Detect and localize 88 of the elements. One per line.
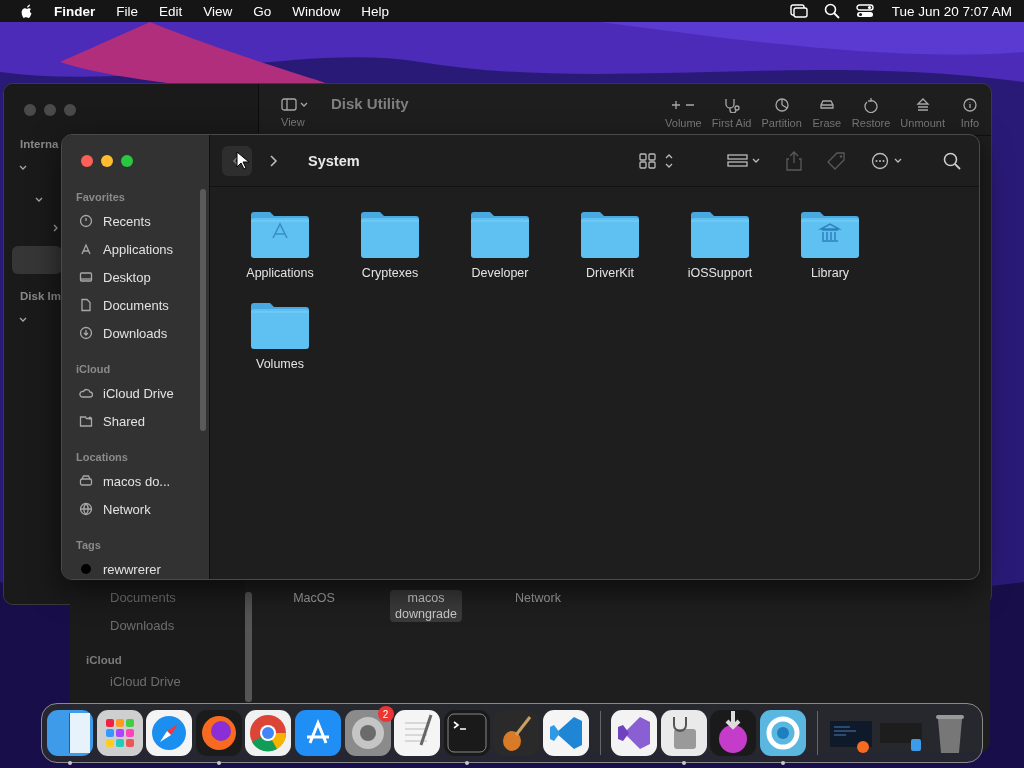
- toolbar-button[interactable]: Volume: [665, 90, 702, 129]
- tag-icon[interactable]: [827, 150, 847, 171]
- logo-icon[interactable]: [20, 3, 34, 19]
- download-icon[interactable]: [709, 709, 758, 757]
- folder-name[interactable]: Cryptexes: [361, 266, 419, 280]
- sidebar-header: Disk Im: [19, 290, 62, 302]
- folder-icon[interactable]: [470, 209, 530, 259]
- toolbar-button[interactable]: Partition: [761, 90, 802, 129]
- pointer-icon: [236, 151, 250, 171]
- menu-bar-clock[interactable]: Tue Jun 20 7:07 AM: [891, 3, 1012, 19]
- sidebar-item[interactable]: iCloud Drive: [76, 379, 209, 407]
- sidebar-header: Favorites: [76, 190, 126, 203]
- window-title: Disk Utility: [331, 95, 410, 112]
- ring-icon[interactable]: [758, 709, 807, 757]
- sidebar-item[interactable]: rewwrerer: [76, 555, 209, 579]
- sidebar-header: Locations: [76, 450, 129, 463]
- desktop-icon: [79, 270, 93, 284]
- sidebar-item[interactable]: Network: [76, 495, 209, 523]
- menu-item[interactable]: View: [203, 3, 233, 19]
- globe-icon: [79, 502, 93, 516]
- sidebar-item[interactable]: Recents: [76, 207, 209, 235]
- toolbar-button[interactable]: First Aid: [711, 90, 752, 129]
- folder-icon[interactable]: [250, 209, 310, 259]
- item-name[interactable]: macos downgrade: [390, 590, 462, 622]
- clock-icon: [79, 214, 93, 228]
- scrollbar[interactable]: [200, 189, 206, 431]
- notepad-icon[interactable]: [393, 709, 442, 757]
- control-center-icon[interactable]: [855, 4, 874, 18]
- sidebar-header: iCloud: [86, 654, 123, 666]
- window-control-button[interactable]: [121, 155, 133, 167]
- folder-name[interactable]: Developer: [471, 266, 529, 280]
- folder-name[interactable]: Library: [810, 266, 850, 280]
- toolbar-button[interactable]: Restore: [851, 90, 891, 129]
- document-icon: [79, 298, 93, 312]
- sidebar-header: iCloud: [76, 362, 112, 375]
- folder-name[interactable]: DriverKit: [586, 266, 634, 280]
- terminal-icon[interactable]: [442, 709, 491, 757]
- sidebar-item[interactable]: macos do...: [76, 467, 209, 495]
- cloud-icon: [79, 386, 93, 400]
- menu-item[interactable]: Finder: [54, 3, 96, 19]
- screen-mirroring-icon[interactable]: [789, 4, 808, 18]
- shared-folder-icon: [79, 414, 93, 428]
- code-editor-icon[interactable]: [541, 709, 590, 757]
- search-icon[interactable]: [943, 151, 961, 170]
- app-grid-icon[interactable]: [95, 709, 144, 757]
- item-name[interactable]: MacOS: [278, 590, 350, 606]
- toolbar-button[interactable]: Unmount: [900, 90, 945, 129]
- sidebar-item[interactable]: Documents: [76, 291, 209, 319]
- folder-name[interactable]: iOSSupport: [687, 266, 753, 280]
- folder-icon[interactable]: [800, 209, 860, 259]
- code-editor-icon[interactable]: [610, 709, 659, 757]
- menu-item[interactable]: Edit: [159, 3, 183, 19]
- stethoscope-icon[interactable]: [659, 709, 708, 757]
- menu-item[interactable]: File: [116, 3, 139, 19]
- app-store-icon[interactable]: [293, 709, 342, 757]
- search-icon[interactable]: [823, 3, 840, 19]
- sidebar-item[interactable]: Desktop: [76, 263, 209, 291]
- sidebar-header: Interna: [19, 138, 60, 150]
- menu-item[interactable]: Go: [253, 3, 272, 19]
- chevron-icon: [268, 153, 278, 168]
- app-store-icon: [79, 242, 93, 256]
- sidebar-item[interactable]: Applications: [76, 235, 209, 263]
- folder-icon[interactable]: [690, 209, 750, 259]
- compass-icon[interactable]: [145, 709, 194, 757]
- window-title: System: [308, 152, 360, 169]
- gear-icon[interactable]: [343, 709, 392, 757]
- folder-icon[interactable]: [360, 209, 420, 259]
- window-control-button[interactable]: [101, 155, 113, 167]
- disk-icon: [79, 474, 93, 488]
- menu-item[interactable]: Window: [292, 3, 341, 19]
- group-icon[interactable]: [727, 153, 761, 168]
- item-name[interactable]: Network: [502, 590, 574, 606]
- sidebar-item[interactable]: Downloads: [76, 319, 209, 347]
- browser-icon[interactable]: [244, 709, 293, 757]
- folder-name[interactable]: Volumes: [256, 357, 304, 371]
- toolbar-button[interactable]: Info: [955, 90, 985, 129]
- toolbar-button[interactable]: Erase: [811, 90, 842, 129]
- sidebar-icon: [281, 97, 309, 112]
- scrollbar[interactable]: [245, 592, 252, 702]
- folder-icon[interactable]: [580, 209, 640, 259]
- menu-item[interactable]: Help: [361, 3, 390, 19]
- sidebar-item[interactable]: Shared: [76, 407, 209, 435]
- view-button[interactable]: View: [281, 91, 309, 128]
- download-icon: [79, 326, 93, 340]
- folder-icon[interactable]: [250, 300, 310, 350]
- folder-name[interactable]: Applications: [246, 266, 314, 280]
- window-control-button[interactable]: [81, 155, 93, 167]
- sidebar-header: Tags: [76, 538, 102, 551]
